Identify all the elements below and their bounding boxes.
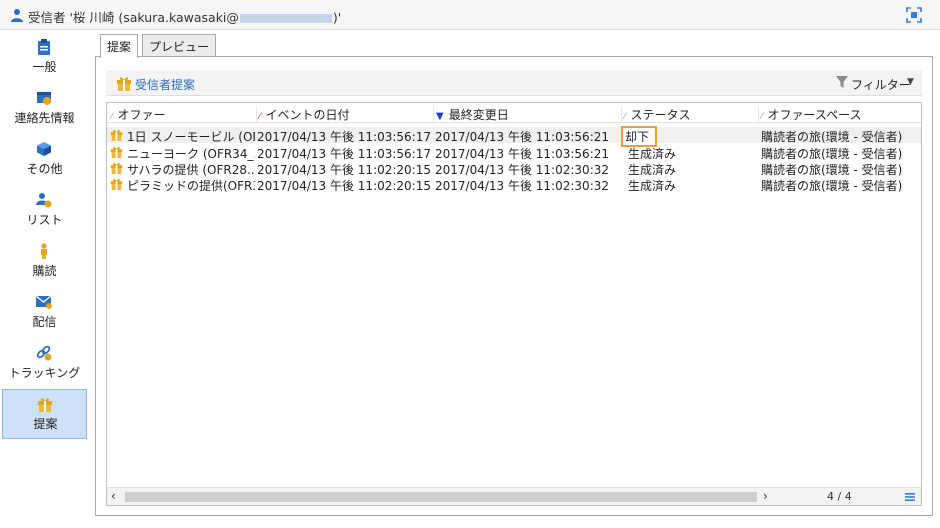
cell-offer-space: 購読者の旅(環境 - 受信者) [761,179,903,193]
window-title-prefix: 受信者 '桜 川崎 (sakura.kawasaki@ [28,10,239,25]
horizontal-scrollbar[interactable]: ‹ › 4 / 4 [107,487,921,505]
gift-icon [38,398,52,412]
sort-indicator-icon: ⁄ [624,112,626,122]
column-header-offer[interactable]: ⁄ オファー [109,106,166,122]
scroll-left-icon[interactable]: ‹ [111,489,116,503]
tab-propositions[interactable]: 提案 [100,34,139,58]
gift-icon [110,178,123,190]
column-header-label: オファー [117,108,166,122]
cell-status[interactable]: 却下 [620,126,658,147]
sidebar-nav: 一般 連絡先情報 その他 リスト 購読 配信 トラッキング 提案 [0,31,92,528]
sidebar-item-label: リスト [26,213,63,227]
table-row[interactable]: ピラミッドの提供(OFR3... 2017/04/13 午後 11:02:20:… [107,176,921,193]
scrollbar-thumb[interactable] [125,492,757,502]
sidebar-item-label: 一般 [32,60,57,74]
filter-button[interactable]: フィルター [851,76,911,93]
cell-offer: ピラミッドの提供(OFR3... [127,179,255,193]
fullscreen-icon[interactable] [906,7,922,23]
propositions-panel: 受信者提案 フィルター ▼ ⁄ オファー ⁄ イベントの日付 ▼ 最終変更日 ⁄ ステー… [95,56,933,516]
cell-last-modified: 2017/04/13 午後 11:03:56:21 [435,130,610,144]
gift-icon [117,77,131,91]
sidebar-item-contact-info[interactable]: 連絡先情報 [2,84,87,134]
sort-indicator-icon: ⁄ [761,112,763,122]
sidebar-item-label: トラッキング [8,366,81,380]
table-row[interactable]: ニューヨーク (OFR34_... 2017/04/13 午後 11:03:56… [107,144,921,161]
table-row[interactable]: サハラの提供 (OFR28... 2017/04/13 午後 11:02:20:… [107,160,921,177]
sidebar-item-general[interactable]: 一般 [2,33,87,83]
sidebar-item-lists[interactable]: リスト [2,186,87,236]
scroll-right-icon[interactable]: › [763,489,768,503]
sidebar-item-label: その他 [26,162,63,176]
cell-offer-space: 購読者の旅(環境 - 受信者) [761,130,903,144]
sort-indicator-icon: ⁄ [111,112,113,122]
column-menu-icon[interactable] [904,491,916,503]
tracking-link-icon [36,345,52,361]
users-list-icon [36,193,52,208]
sidebar-item-propositions[interactable]: 提案 [2,389,87,439]
sidebar-item-subscriptions[interactable]: 購読 [2,237,87,287]
envelope-icon [36,295,52,309]
cell-offer: 1日 スノーモービル (OF... [127,130,255,144]
table-header: ⁄ オファー ⁄ イベントの日付 ▼ 最終変更日 ⁄ ステータス ⁄ オファースペース [107,103,921,123]
gift-icon [110,146,123,158]
cube-icon [37,142,51,156]
person-subscription-icon [41,243,47,259]
window-titlebar: 受信者 '桜 川崎 (sakura.kawasaki@ )' [0,0,940,30]
cell-event-date: 2017/04/13 午後 11:03:56:17 [257,130,432,144]
sort-descending-icon: ▼ [436,111,444,122]
sidebar-item-label: 連絡先情報 [14,111,75,125]
pagination-counter: 4 / 4 [827,490,852,503]
table-row[interactable]: 1日 スノーモービル (OF... 2017/04/13 午後 11:03:56… [107,126,921,147]
column-header-offer-space[interactable]: ⁄ オファースペース [758,106,861,122]
cell-event-date: 2017/04/13 午後 11:02:20:15 [257,179,432,193]
cell-status: 生成済み [628,179,677,193]
window-title-suffix: )' [332,10,342,25]
sidebar-item-label: 購読 [32,264,57,278]
gift-icon [110,162,123,174]
toolbar-title: 受信者提案 [135,78,196,92]
sidebar-item-tracking[interactable]: トラッキング [2,339,87,389]
cell-last-modified: 2017/04/13 午後 11:02:30:32 [435,179,610,193]
contact-card-icon [37,92,51,105]
sidebar-item-deliveries[interactable]: 配信 [2,288,87,338]
column-header-label: 最終変更日 [448,108,509,122]
masked-email [239,14,332,23]
column-header-label: イベントの日付 [265,108,350,122]
tab-preview[interactable]: プレビュー [142,34,217,57]
column-header-event-date[interactable]: ⁄ イベントの日付 [256,106,350,122]
sidebar-item-label: 提案 [33,417,58,431]
column-header-label: オファースペース [767,108,862,122]
chevron-down-icon[interactable]: ▼ [907,77,914,87]
user-icon [11,9,23,22]
column-header-label: ステータス [630,108,691,122]
sidebar-item-label: 配信 [32,315,57,329]
sidebar-item-other[interactable]: その他 [2,135,87,185]
clipboard-icon [38,39,50,55]
propositions-toolbar: 受信者提案 フィルター ▼ [106,70,922,96]
sort-indicator-icon: ⁄ [259,112,261,122]
gift-icon [110,129,123,141]
column-header-status[interactable]: ⁄ ステータス [621,106,691,122]
column-header-last-modified[interactable]: ▼ 最終変更日 [433,106,509,122]
propositions-table: ⁄ オファー ⁄ イベントの日付 ▼ 最終変更日 ⁄ ステータス ⁄ オファースペース 1… [106,102,922,506]
window-title: 受信者 '桜 川崎 (sakura.kawasaki@ )' [28,7,341,26]
filter-icon[interactable] [835,75,849,89]
